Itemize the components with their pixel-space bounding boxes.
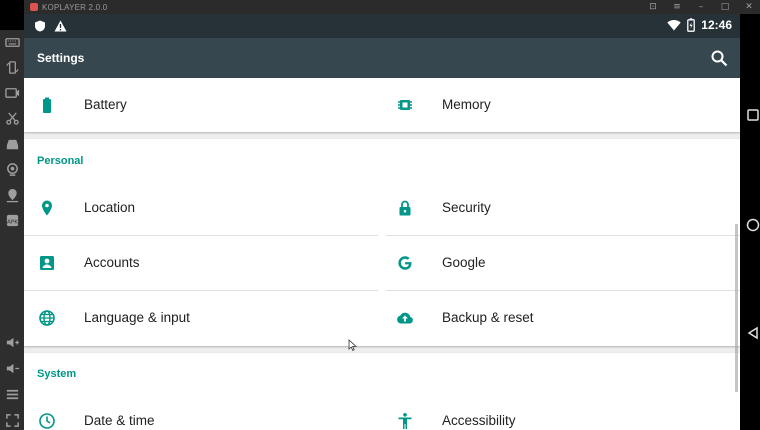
settings-item-label: Battery — [84, 97, 127, 112]
window-menu-icon[interactable]: ≡ — [672, 2, 682, 12]
status-bar: 12:46 — [24, 14, 740, 38]
location-icon — [37, 198, 57, 218]
settings-item-battery[interactable]: Battery — [24, 78, 382, 132]
status-time: 12:46 — [701, 18, 732, 32]
window-settings-icon[interactable]: ⊡ — [648, 2, 658, 12]
emulator-title: KOPLAYER 2.0.0 — [42, 2, 108, 12]
battery-charging-icon — [687, 18, 696, 32]
emulator-window: KOPLAYER 2.0.0 ⊡ ≡ – □ ✕ APK 12:46 Setti… — [0, 0, 760, 430]
personal-section-card: Personal Location Security Accounts Goog… — [24, 139, 740, 346]
camera-icon[interactable] — [2, 159, 22, 179]
emulator-toolbar: APK — [0, 0, 24, 430]
settings-item-security[interactable]: Security — [382, 181, 740, 235]
volume-down-icon[interactable] — [2, 358, 22, 378]
mouse-cursor-icon — [348, 339, 358, 351]
settings-item-location[interactable]: Location — [24, 181, 382, 235]
globe-icon — [37, 308, 57, 328]
settings-item-label: Accounts — [84, 255, 140, 270]
recent-apps-button[interactable] — [744, 106, 760, 124]
svg-text:APK: APK — [7, 219, 18, 225]
android-screen: 12:46 Settings Battery Memory Personal L… — [24, 14, 740, 430]
cloud-upload-icon — [395, 308, 415, 328]
google-icon — [395, 253, 415, 273]
settings-item-label: Date & time — [84, 413, 155, 428]
settings-item-label: Memory — [442, 97, 491, 112]
close-button[interactable]: ✕ — [744, 2, 754, 12]
rotate-icon[interactable] — [2, 57, 22, 77]
settings-item-label: Security — [442, 200, 491, 215]
fullscreen-icon[interactable] — [2, 410, 22, 430]
window-controls: ⊡ ≡ – □ ✕ — [648, 0, 754, 14]
settings-item-date-time[interactable]: Date & time — [24, 394, 382, 430]
section-header-system: System — [37, 368, 77, 380]
accessibility-icon — [395, 411, 415, 430]
location-pin-icon[interactable] — [2, 185, 22, 205]
settings-item-language-input[interactable]: Language & input — [24, 291, 382, 345]
apk-install-icon[interactable]: APK — [2, 210, 22, 230]
settings-item-label: Language & input — [84, 310, 190, 325]
android-nav-bar — [740, 14, 760, 430]
minimize-button[interactable]: – — [696, 2, 706, 12]
screen-record-icon[interactable] — [2, 82, 22, 102]
home-button[interactable] — [744, 216, 760, 234]
search-icon[interactable] — [710, 49, 728, 67]
settings-item-accessibility[interactable]: Accessibility — [382, 394, 740, 430]
back-button[interactable] — [744, 324, 760, 342]
scissors-icon[interactable] — [2, 108, 22, 128]
section-header-personal: Personal — [37, 155, 84, 167]
wifi-icon — [667, 20, 681, 31]
settings-item-label: Backup & reset — [442, 310, 534, 325]
emulator-titlebar: KOPLAYER 2.0.0 ⊡ ≡ – □ ✕ — [0, 0, 760, 14]
inbox-icon[interactable] — [2, 134, 22, 154]
warning-icon — [54, 20, 67, 32]
maximize-button[interactable]: □ — [720, 2, 730, 12]
lock-icon — [395, 198, 415, 218]
settings-item-label: Accessibility — [442, 413, 516, 428]
clock-icon — [37, 411, 57, 430]
shield-icon — [35, 20, 45, 32]
volume-up-icon[interactable] — [2, 332, 22, 352]
accounts-icon — [37, 253, 57, 273]
system-section-card: System Date & time Accessibility — [24, 353, 740, 430]
battery-icon — [37, 95, 57, 115]
menu-icon[interactable] — [2, 384, 22, 404]
settings-item-memory[interactable]: Memory — [382, 78, 740, 132]
settings-item-accounts[interactable]: Accounts — [24, 236, 382, 290]
settings-item-backup-reset[interactable]: Backup & reset — [382, 291, 740, 345]
memory-icon — [395, 95, 415, 115]
device-section-card: Battery Memory — [24, 78, 740, 132]
scrollbar[interactable] — [735, 224, 738, 392]
page-title: Settings — [37, 51, 85, 65]
koplayer-logo-icon — [30, 3, 38, 11]
settings-item-google[interactable]: Google — [382, 236, 740, 290]
settings-item-label: Google — [442, 255, 486, 270]
app-bar: Settings — [24, 38, 740, 78]
keyboard-icon[interactable] — [2, 32, 22, 52]
settings-item-label: Location — [84, 200, 136, 215]
